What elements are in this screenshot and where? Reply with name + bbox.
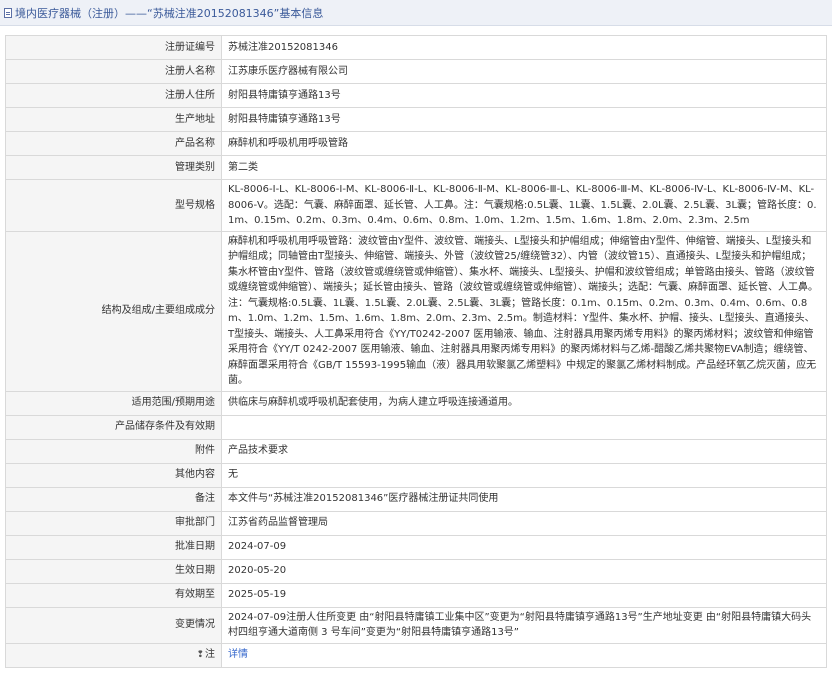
row-value: 供临床与麻醉机或呼吸机配套使用，为病人建立呼吸连接通道用。 — [221, 390, 827, 416]
row-value: 射阳县特庸镇亨通路13号 — [221, 107, 827, 132]
row-label: 审批部门 — [5, 510, 222, 536]
row-effective-date: 生效日期 2020-05-20 — [5, 558, 827, 584]
row-registrant-name: 注册人名称 江苏康乐医疗器械有限公司 — [5, 59, 827, 84]
row-label: 附件 — [5, 438, 222, 464]
row-other-content: 其他内容 无 — [5, 462, 827, 488]
row-value: 麻醉机和呼吸机用呼吸管路：波纹管由Y型件、波纹管、端接头、L型接头和护帽组成；伸… — [221, 230, 827, 392]
row-label: 备注 — [5, 486, 222, 512]
row-label: 管理类别 — [5, 155, 222, 180]
row-management-category: 管理类别 第二类 — [5, 155, 827, 180]
details-link[interactable]: 详情 — [228, 649, 248, 660]
row-intended-use: 适用范围/预期用途 供临床与麻醉机或呼吸机配套使用，为病人建立呼吸连接通道用。 — [5, 390, 827, 416]
row-label: 批准日期 — [5, 534, 222, 560]
row-structure-composition: 结构及组成/主要组成成分 麻醉机和呼吸机用呼吸管路：波纹管由Y型件、波纹管、端接… — [5, 230, 827, 392]
row-label: 有效期至 — [5, 582, 222, 608]
row-production-address: 生产地址 射阳县特庸镇亨通路13号 — [5, 107, 827, 132]
row-label: 结构及组成/主要组成成分 — [5, 230, 222, 392]
row-label: 注册人住所 — [5, 83, 222, 108]
row-value — [221, 414, 827, 440]
row-approval-department: 审批部门 江苏省药品监督管理局 — [5, 510, 827, 536]
row-label: 变更情况 — [5, 606, 222, 644]
row-label: 产品储存条件及有效期 — [5, 414, 222, 440]
row-value: 江苏省药品监督管理局 — [221, 510, 827, 536]
info-icon: ❢ — [196, 649, 204, 660]
row-expiry-date: 有效期至 2025-05-19 — [5, 582, 827, 608]
row-value: 2024-07-09注册人住所变更 由“射阳县特庸镇工业集中区”变更为“射阳县特… — [221, 606, 827, 644]
row-registrant-address: 注册人住所 射阳县特庸镇亨通路13号 — [5, 83, 827, 108]
note-label: 注 — [205, 648, 215, 660]
row-label: 型号规格 — [5, 179, 222, 232]
row-product-name: 产品名称 麻醉机和呼吸机用呼吸管路 — [5, 131, 827, 156]
row-value: 麻醉机和呼吸机用呼吸管路 — [221, 131, 827, 156]
row-value: KL-8006-Ⅰ-L、KL-8006-Ⅰ-M、KL-8006-Ⅱ-L、KL-8… — [221, 179, 827, 232]
row-label: 其他内容 — [5, 462, 222, 488]
row-change-history: 变更情况 2024-07-09注册人住所变更 由“射阳县特庸镇工业集中区”变更为… — [5, 606, 827, 644]
document-icon — [4, 7, 12, 18]
row-storage-validity: 产品储存条件及有效期 — [5, 414, 827, 440]
row-label: 产品名称 — [5, 131, 222, 156]
row-value: 江苏康乐医疗器械有限公司 — [221, 59, 827, 84]
row-value: 详情 — [221, 642, 827, 668]
row-label: 生产地址 — [5, 107, 222, 132]
page-header: 境内医疗器械（注册）——“苏械注准20152081346”基本信息 — [0, 0, 832, 26]
row-remarks: 备注 本文件与“苏械注准20152081346”医疗器械注册证共同使用 — [5, 486, 827, 512]
row-value: 射阳县特庸镇亨通路13号 — [221, 83, 827, 108]
row-value: 第二类 — [221, 155, 827, 180]
row-model-spec: 型号规格 KL-8006-Ⅰ-L、KL-8006-Ⅰ-M、KL-8006-Ⅱ-L… — [5, 179, 827, 232]
row-value: 2025-05-19 — [221, 582, 827, 608]
detail-table: 注册证编号 苏械注准20152081346 注册人名称 江苏康乐医疗器械有限公司… — [5, 35, 827, 668]
row-value: 2024-07-09 — [221, 534, 827, 560]
row-label: 注册人名称 — [5, 59, 222, 84]
row-value: 本文件与“苏械注准20152081346”医疗器械注册证共同使用 — [221, 486, 827, 512]
row-value: 苏械注准20152081346 — [221, 35, 827, 60]
row-value: 2020-05-20 — [221, 558, 827, 584]
row-value: 产品技术要求 — [221, 438, 827, 464]
row-label: 生效日期 — [5, 558, 222, 584]
row-registration-number: 注册证编号 苏械注准20152081346 — [5, 35, 827, 60]
row-value: 无 — [221, 462, 827, 488]
page-title: 境内医疗器械（注册）——“苏械注准20152081346”基本信息 — [15, 6, 324, 20]
row-approval-date: 批准日期 2024-07-09 — [5, 534, 827, 560]
row-attachment: 附件 产品技术要求 — [5, 438, 827, 464]
row-label: 注册证编号 — [5, 35, 222, 60]
row-label: 适用范围/预期用途 — [5, 390, 222, 416]
row-label: ❢注 — [5, 642, 222, 668]
row-note: ❢注 详情 — [5, 642, 827, 668]
